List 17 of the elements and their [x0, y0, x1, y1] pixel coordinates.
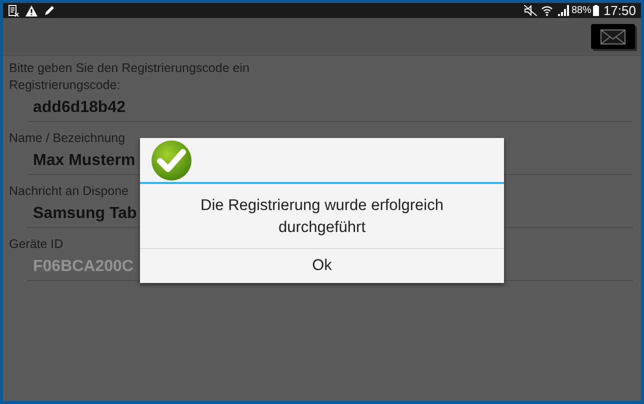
- clock: 17:50: [603, 4, 636, 17]
- dialog-message: Die Registrierung wurde erfolgreich durchgeführt: [140, 184, 504, 249]
- battery-icon: [593, 5, 600, 16]
- wifi-icon: [541, 4, 554, 16]
- field-label: Name / Bezeichnung: [9, 130, 126, 147]
- battery-percentage: 88%: [571, 6, 592, 16]
- ok-button[interactable]: Ok: [140, 249, 504, 283]
- sim-card-icon: [8, 4, 19, 16]
- mute-icon: [524, 5, 538, 16]
- mail-button[interactable]: [591, 24, 635, 49]
- field-label: Registrierungscode:: [9, 77, 122, 94]
- pencil-icon: [44, 5, 55, 16]
- envelope-icon: [600, 28, 626, 44]
- instruction-text: Bitte geben Sie den Registrierungscode ein: [9, 60, 250, 77]
- field-label: Geräte ID: [9, 236, 64, 253]
- signal-icon: [558, 5, 570, 16]
- field-label: Nachricht an Dispone: [9, 183, 130, 200]
